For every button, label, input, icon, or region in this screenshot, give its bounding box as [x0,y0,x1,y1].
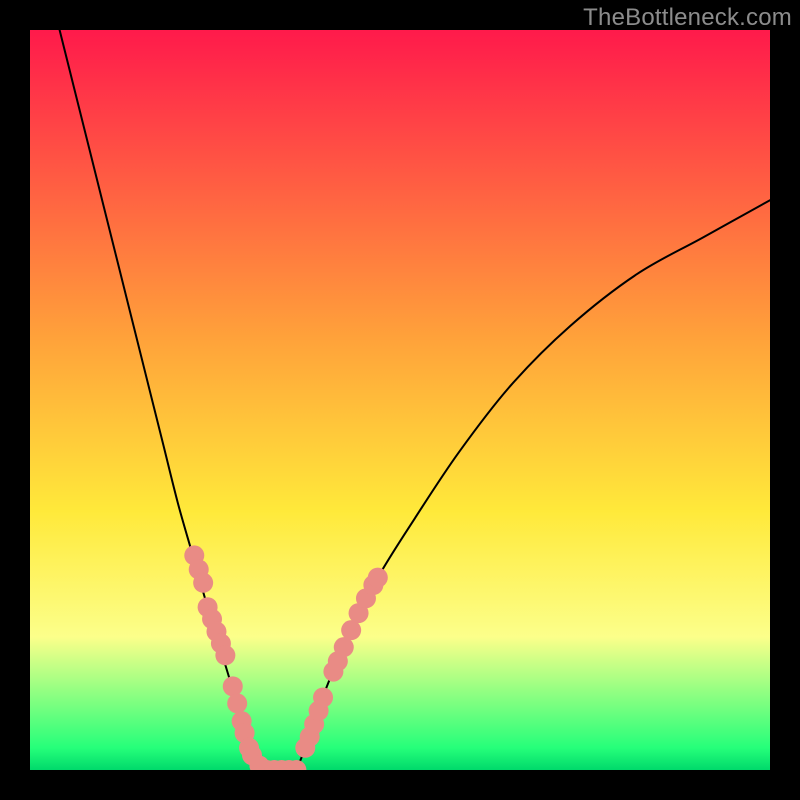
data-marker [313,687,333,707]
chart-frame [30,30,770,770]
data-marker [368,568,388,588]
data-marker [334,637,354,657]
data-marker [227,693,247,713]
data-marker [215,645,235,665]
chart-svg [30,30,770,770]
gradient-background [30,30,770,770]
data-marker [193,573,213,593]
watermark-text: TheBottleneck.com [583,4,792,32]
data-marker [341,620,361,640]
data-marker [223,676,243,696]
